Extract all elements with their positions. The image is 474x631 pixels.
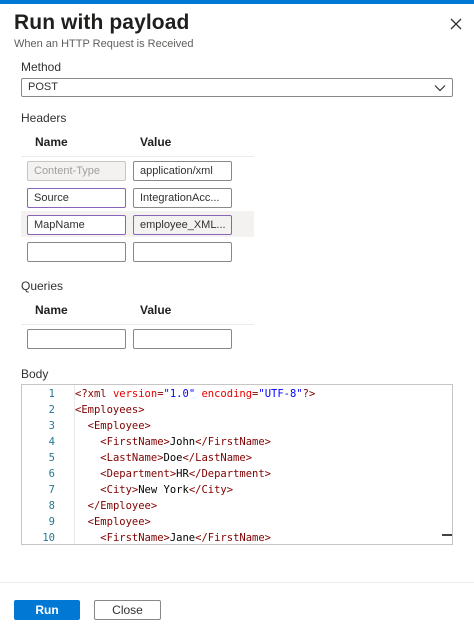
- code-line: 6 <Department>HR</Department>: [22, 466, 452, 482]
- headers-divider: [21, 156, 254, 157]
- panel-title: Run with payload: [14, 11, 190, 34]
- queries-label: Queries: [21, 279, 64, 293]
- code-line: 7 <City>New York</City>: [22, 482, 452, 498]
- code-line: 9 <Employee>: [22, 514, 452, 530]
- code-line: 5 <LastName>Doe</LastName>: [22, 450, 452, 466]
- code-line: 3 <Employee>: [22, 418, 452, 434]
- code-text: <FirstName>John</FirstName>: [100, 436, 271, 448]
- line-number: 3: [48, 420, 55, 432]
- headers-value-column: Value: [140, 135, 172, 149]
- header-name-field: Content-Type: [27, 161, 126, 181]
- code-text: </Employee>: [87, 500, 158, 512]
- header-name-field[interactable]: MapName: [27, 215, 126, 235]
- method-select[interactable]: POST: [21, 78, 453, 97]
- query-value-field[interactable]: [133, 329, 232, 349]
- header-name-field-new[interactable]: [27, 242, 126, 262]
- chevron-down-icon: [434, 85, 446, 92]
- headers-label: Headers: [21, 111, 67, 125]
- close-icon: [450, 18, 462, 30]
- headers-name-column: Name: [35, 135, 68, 149]
- line-number: 5: [48, 452, 55, 464]
- line-number: 2: [48, 404, 55, 416]
- code-text: <Department>HR</Department>: [100, 468, 271, 480]
- header-value-field[interactable]: employee_XML...: [133, 215, 232, 235]
- queries-name-column: Name: [35, 303, 68, 317]
- code-line: 8 </Employee>: [22, 498, 452, 514]
- header-value-field[interactable]: application/xml: [133, 161, 232, 181]
- line-number: 6: [48, 468, 55, 480]
- code-line: 4 <FirstName>John</FirstName>: [22, 434, 452, 450]
- code-line: 10 <FirstName>Jane</FirstName>: [22, 530, 452, 544]
- body-code-editor[interactable]: 1 <?xml version="1.0" encoding="UTF-8"?> 2…: [21, 384, 453, 545]
- code-text: <City>New York</City>: [100, 484, 234, 496]
- queries-divider: [21, 324, 254, 325]
- code-line: 1 <?xml version="1.0" encoding="UTF-8"?>: [22, 386, 452, 402]
- line-number: 9: [48, 516, 55, 528]
- line-number: 7: [48, 484, 55, 496]
- top-accent-bar: [0, 0, 474, 4]
- footer-divider: [0, 582, 474, 583]
- code-text: <?xml version="1.0" encoding="UTF-8"?>: [75, 388, 316, 400]
- line-number: 4: [48, 436, 55, 448]
- code-text: <Employee>: [87, 420, 151, 432]
- method-value: POST: [28, 81, 58, 93]
- code-line: 2 <Employees>: [22, 402, 452, 418]
- queries-value-column: Value: [140, 303, 172, 317]
- body-label: Body: [21, 367, 49, 381]
- line-number: 10: [42, 532, 55, 544]
- panel-subtitle: When an HTTP Request is Received: [14, 38, 194, 50]
- code-text: <Employee>: [87, 516, 151, 528]
- code-text: <FirstName>Jane</FirstName>: [100, 532, 271, 544]
- line-number: 8: [48, 500, 55, 512]
- run-button[interactable]: Run: [14, 600, 80, 620]
- code-text: <Employees>: [75, 404, 145, 416]
- header-value-field-new[interactable]: [133, 242, 232, 262]
- query-name-field[interactable]: [27, 329, 126, 349]
- close-footer-button[interactable]: Close: [94, 600, 161, 620]
- code-text: <LastName>Doe</LastName>: [100, 452, 253, 464]
- header-name-field[interactable]: Source: [27, 188, 126, 208]
- line-number: 1: [48, 388, 55, 400]
- header-value-field[interactable]: IntegrationAcc...: [133, 188, 232, 208]
- method-label: Method: [21, 60, 62, 74]
- close-button[interactable]: [444, 12, 470, 38]
